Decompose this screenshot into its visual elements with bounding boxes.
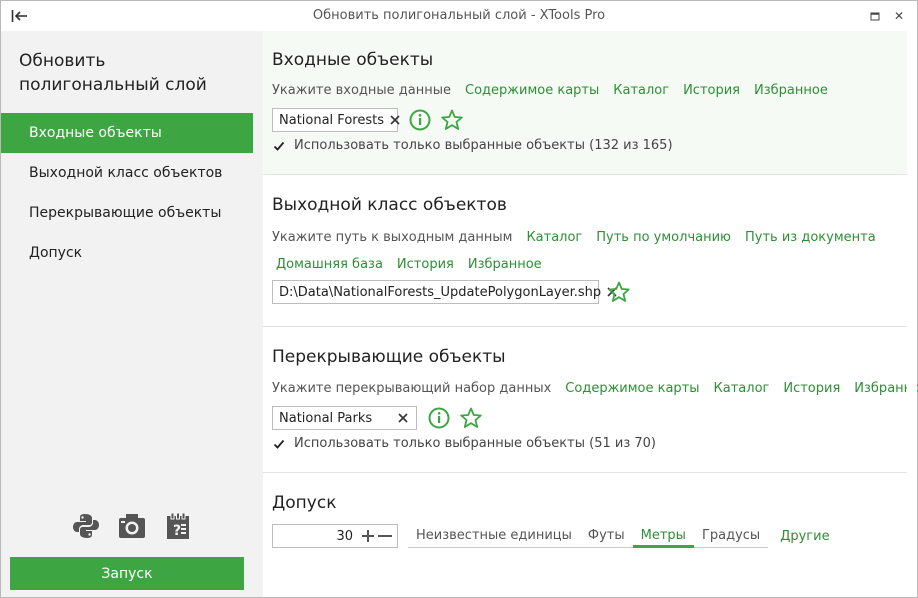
sidebar-item-input[interactable]: Входные объекты <box>1 113 253 153</box>
overlay-link-history[interactable]: История <box>783 381 840 396</box>
title-bar: Обновить полигональный слой - XTools Pro… <box>1 1 917 31</box>
tolerance-section: Допуск 30 Неизвестные единицы Футы Метры… <box>263 473 907 593</box>
output-path-field[interactable]: D:\Data\NationalForests_UpdatePolygonLay… <box>272 280 617 304</box>
run-button[interactable]: Запуск <box>10 557 244 590</box>
clear-icon[interactable] <box>396 411 410 425</box>
sidebar-item-overlay[interactable]: Перекрывающие объекты <box>1 193 253 233</box>
overlay-selected-only-row: Использовать только выбранные объекты (5… <box>272 436 656 451</box>
favorite-star-icon[interactable] <box>607 280 631 304</box>
overlay-title: Перекрывающие объекты <box>272 347 506 367</box>
sidebar-title: Обновить полигональный слой <box>19 51 207 95</box>
input-links-row: Укажите входные данные Содержимое карты … <box>272 83 842 98</box>
input-title: Входные объекты <box>272 50 434 70</box>
input-dataset-field[interactable]: National Forests <box>272 108 400 132</box>
unit-tab-degrees[interactable]: Градусы <box>694 524 768 548</box>
tolerance-title: Допуск <box>272 493 337 513</box>
python-icon[interactable] <box>71 511 101 541</box>
input-selected-only-checkbox[interactable]: Использовать только выбранные объекты (1… <box>272 138 673 153</box>
output-prompt: Укажите путь к выходным данным <box>272 230 513 245</box>
overlay-link-map-contents[interactable]: Содержимое карты <box>565 381 699 396</box>
close-button[interactable]: ✕ <box>889 6 909 26</box>
output-title: Выходной класс объектов <box>272 195 507 215</box>
output-field-row: D:\Data\NationalForests_UpdatePolygonLay… <box>272 280 631 304</box>
overlay-selected-only-checkbox[interactable]: Использовать только выбранные объекты (5… <box>272 436 656 451</box>
plus-icon[interactable] <box>361 529 375 543</box>
info-icon[interactable] <box>408 108 432 132</box>
sidebar-nav: Входные объекты Выходной класс объектов … <box>1 113 253 273</box>
overlay-prompt: Укажите перекрывающий набор данных <box>272 381 552 396</box>
minus-icon[interactable] <box>377 529 393 543</box>
overlay-field-row: National Parks <box>272 406 483 430</box>
output-links-row-1: Укажите путь к выходным данным Каталог П… <box>272 230 890 245</box>
overlay-selected-only-label: Использовать только выбранные объекты (5… <box>294 436 656 451</box>
camera-icon[interactable] <box>117 511 147 541</box>
unit-tab-unknown[interactable]: Неизвестные единицы <box>408 524 580 548</box>
input-link-catalog[interactable]: Каталог <box>613 83 669 98</box>
checkmark-icon <box>272 139 286 153</box>
output-path-value: D:\Data\NationalForests_UpdatePolygonLay… <box>279 284 602 300</box>
unit-other-link[interactable]: Другие <box>780 529 829 544</box>
input-field-row: National Forests <box>272 108 464 132</box>
sidebar-item-tolerance[interactable]: Допуск <box>1 233 253 273</box>
unit-tab-meters[interactable]: Метры <box>632 524 694 548</box>
window-title: Обновить полигональный слой - XTools Pro <box>312 8 606 23</box>
input-link-favorites[interactable]: Избранное <box>754 83 828 98</box>
output-link-home-gdb[interactable]: Домашняя база <box>276 257 383 272</box>
overlay-section: Перекрывающие объекты Укажите перекрываю… <box>263 327 918 472</box>
output-link-document-path[interactable]: Путь из документа <box>745 230 876 245</box>
tolerance-value-field[interactable]: 30 <box>272 524 398 548</box>
tolerance-value: 30 <box>336 528 353 544</box>
help-doc-icon[interactable]: ? <box>163 511 193 541</box>
scrollbar[interactable] <box>907 31 917 597</box>
tolerance-row: 30 Неизвестные единицы Футы Метры Градус… <box>272 524 830 548</box>
tool-icons: ? <box>71 511 201 541</box>
output-link-favorites[interactable]: Избранное <box>468 257 542 272</box>
input-prompt: Укажите входные данные <box>272 83 452 98</box>
main-panel: Входные объекты Укажите входные данные С… <box>263 31 918 597</box>
output-section: Выходной класс объектов Укажите путь к в… <box>263 175 907 326</box>
input-link-history[interactable]: История <box>683 83 740 98</box>
input-section: Входные объекты Укажите входные данные С… <box>263 31 907 174</box>
clear-icon[interactable] <box>390 113 400 127</box>
input-dataset-value: National Forests <box>279 112 384 128</box>
sidebar: Обновить полигональный слой Входные объе… <box>1 31 263 597</box>
info-icon[interactable] <box>427 406 451 430</box>
svg-text:?: ? <box>173 523 181 539</box>
overlay-links-row: Укажите перекрывающий набор данных Содер… <box>272 381 918 396</box>
output-links-row-2: Домашняя база История Избранное <box>276 257 556 272</box>
output-link-catalog[interactable]: Каталог <box>526 230 582 245</box>
overlay-dataset-field[interactable]: National Parks <box>272 406 417 430</box>
restore-button[interactable] <box>865 6 885 26</box>
favorite-star-icon[interactable] <box>440 108 464 132</box>
unit-tabs: Неизвестные единицы Футы Метры Градусы <box>408 524 769 548</box>
overlay-link-catalog[interactable]: Каталог <box>714 381 770 396</box>
app-window: Обновить полигональный слой - XTools Pro… <box>0 0 918 598</box>
unit-tab-feet[interactable]: Футы <box>580 524 633 548</box>
overlay-dataset-value: National Parks <box>279 410 373 426</box>
input-selected-only-row: Использовать только выбранные объекты (1… <box>272 138 673 153</box>
output-link-history[interactable]: История <box>397 257 454 272</box>
sidebar-item-output[interactable]: Выходной класс объектов <box>1 153 253 193</box>
favorite-star-icon[interactable] <box>459 406 483 430</box>
output-link-default-path[interactable]: Путь по умолчанию <box>596 230 731 245</box>
input-selected-only-label: Использовать только выбранные объекты (1… <box>294 138 673 153</box>
checkmark-icon <box>272 437 286 451</box>
input-link-map-contents[interactable]: Содержимое карты <box>465 83 599 98</box>
